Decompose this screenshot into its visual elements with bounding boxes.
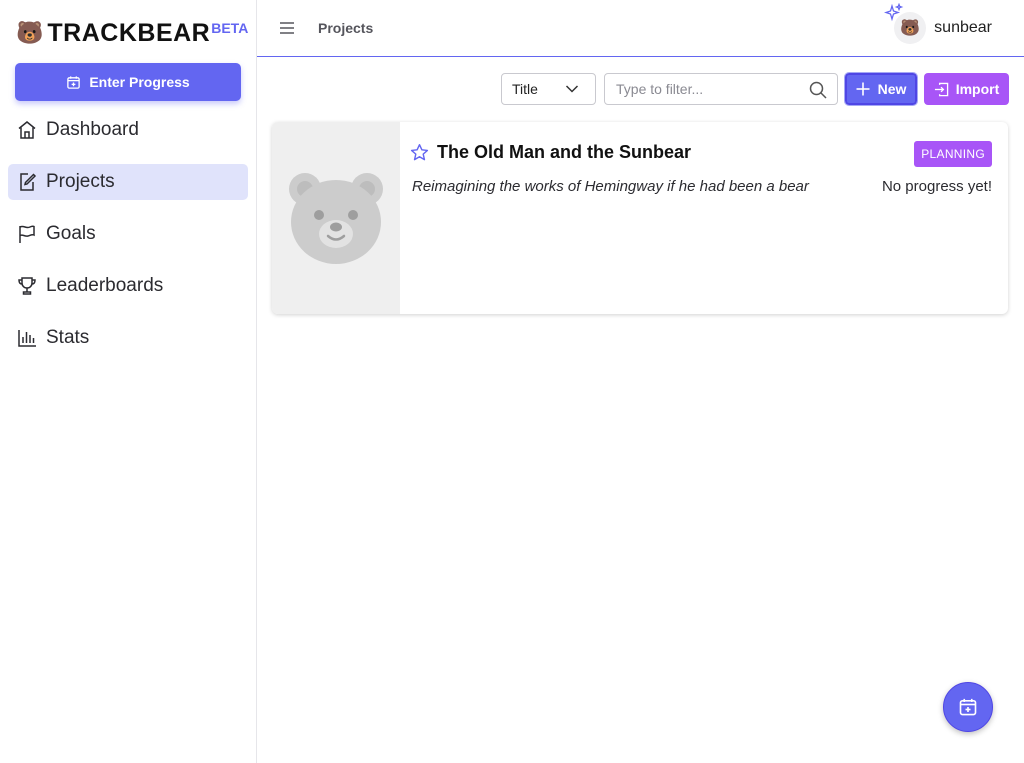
- star-icon[interactable]: [410, 143, 429, 162]
- status-badge: PLANNING: [914, 141, 992, 167]
- filter-field: [604, 73, 838, 105]
- sparkle-icon: [884, 3, 904, 22]
- sidebar-item-label: Goals: [46, 223, 96, 244]
- username[interactable]: sunbear: [934, 19, 992, 37]
- sidebar-item-leaderboards[interactable]: Leaderboards: [8, 268, 248, 304]
- app-logo[interactable]: 🐻 TRACKBEAR BETA: [16, 18, 248, 48]
- project-card[interactable]: The Old Man and the Sunbear Reimagining …: [272, 122, 1008, 314]
- bar-chart-icon: [18, 330, 36, 347]
- sidebar-item-label: Projects: [46, 171, 115, 192]
- search-icon[interactable]: [809, 81, 827, 99]
- import-button[interactable]: Import: [924, 73, 1009, 105]
- sidebar-item-label: Dashboard: [46, 119, 139, 140]
- calendar-plus-icon: [959, 698, 977, 716]
- quick-progress-fab[interactable]: [943, 682, 993, 732]
- home-icon: [18, 121, 36, 139]
- project-title[interactable]: The Old Man and the Sunbear: [437, 142, 691, 163]
- sidebar-item-stats[interactable]: Stats: [8, 320, 248, 356]
- chevron-down-icon: [565, 85, 579, 93]
- sidebar-item-label: Leaderboards: [46, 275, 164, 296]
- trophy-icon: [18, 277, 36, 295]
- import-label: Import: [955, 81, 1000, 97]
- sidebar-item-dashboard[interactable]: Dashboard: [8, 112, 248, 148]
- sidebar-item-goals[interactable]: Goals: [8, 216, 248, 252]
- project-cover: [272, 122, 400, 314]
- breadcrumb[interactable]: Projects: [318, 20, 373, 36]
- bear-logo-icon: 🐻: [16, 20, 44, 45]
- app-name: TRACKBEAR: [47, 19, 211, 47]
- sort-select[interactable]: Title: [501, 73, 596, 105]
- project-description: Reimagining the works of Hemingway if he…: [412, 178, 809, 195]
- top-bar: Projects 🐻 sunbear: [257, 0, 1024, 57]
- user-menu[interactable]: 🐻 sunbear: [884, 3, 992, 44]
- enter-progress-button[interactable]: Enter Progress: [15, 63, 241, 101]
- edit-note-icon: [20, 173, 37, 191]
- bear-placeholder-icon: [289, 173, 383, 264]
- sidebar: 🐻 TRACKBEAR BETA Enter Progress Dashboar…: [0, 0, 257, 763]
- sidebar-item-label: Stats: [46, 327, 90, 348]
- enter-progress-label: Enter Progress: [89, 74, 190, 90]
- plus-icon: [856, 82, 870, 96]
- new-label: New: [877, 81, 907, 97]
- sort-value: Title: [512, 81, 538, 97]
- flag-icon: [19, 225, 35, 243]
- sidebar-item-projects[interactable]: Projects: [8, 164, 248, 200]
- filter-input[interactable]: [605, 74, 795, 104]
- avatar[interactable]: 🐻: [884, 3, 927, 44]
- hamburger-menu-icon[interactable]: [279, 20, 295, 36]
- beta-label: BETA: [211, 20, 249, 36]
- import-icon: [934, 82, 948, 96]
- sidebar-nav: Dashboard Projects Goals Leaderboards St…: [8, 112, 248, 372]
- project-title-row: The Old Man and the Sunbear: [410, 142, 691, 163]
- calendar-plus-icon: [67, 75, 81, 89]
- new-project-button[interactable]: New: [844, 72, 918, 106]
- project-progress: No progress yet!: [881, 178, 992, 195]
